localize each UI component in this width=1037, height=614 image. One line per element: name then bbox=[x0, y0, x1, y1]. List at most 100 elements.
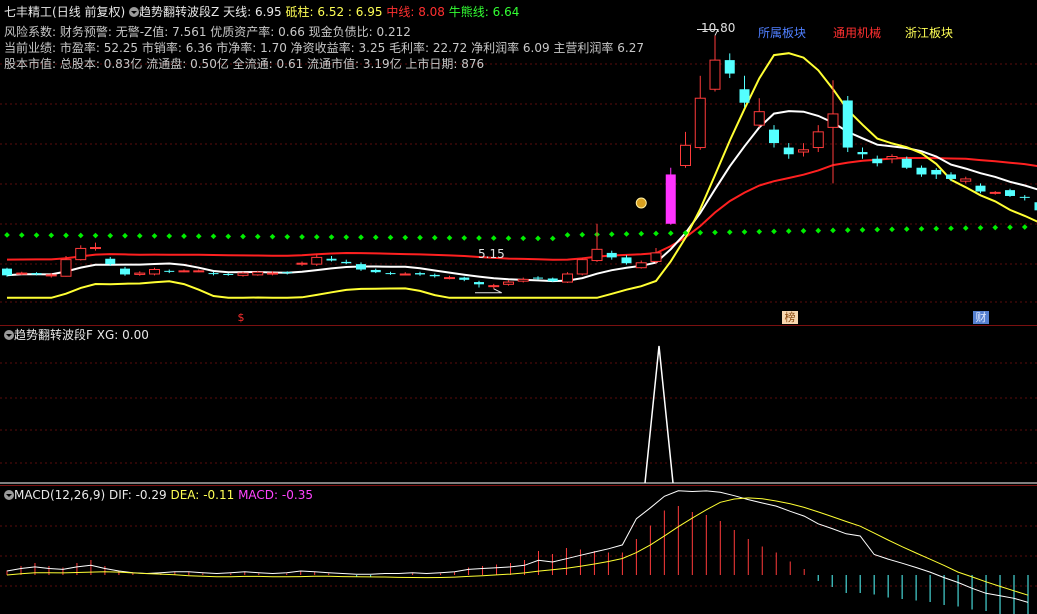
bull-bear-dot bbox=[505, 235, 512, 242]
candle-body bbox=[75, 247, 87, 261]
candle-body bbox=[621, 257, 632, 264]
bull-bear-dot bbox=[92, 232, 99, 239]
bull-bear-dot bbox=[977, 224, 984, 231]
candle-body bbox=[606, 252, 617, 258]
candle-body bbox=[827, 113, 839, 128]
bull-bear-dot bbox=[697, 229, 704, 236]
bull-bear-dot bbox=[151, 233, 158, 239]
candle-body bbox=[90, 247, 101, 250]
candle-body bbox=[724, 60, 735, 74]
candle-body bbox=[886, 156, 898, 160]
candle-body bbox=[753, 111, 765, 126]
bull-bear-dot bbox=[299, 234, 305, 240]
macd-label: MACD: bbox=[238, 488, 279, 502]
candle-body bbox=[252, 271, 264, 276]
macd-value: -0.35 bbox=[281, 488, 313, 502]
signal-chart[interactable] bbox=[0, 326, 1037, 486]
tianxian-label: 天线: bbox=[223, 5, 252, 19]
event-dollar-marker[interactable]: $ bbox=[233, 311, 249, 324]
zhongxian-label: 中线: bbox=[386, 5, 415, 19]
bull-bear-dot bbox=[284, 233, 291, 240]
candle-body bbox=[444, 277, 455, 280]
sector-tag-industry[interactable]: 通用机械 bbox=[833, 24, 881, 41]
candle-body bbox=[237, 272, 249, 276]
bull-bear-dot bbox=[77, 232, 84, 239]
candle-body bbox=[576, 259, 588, 275]
bull-bear-dot bbox=[741, 229, 748, 235]
sector-tag-belong[interactable]: 所属板块 bbox=[758, 24, 806, 41]
bull-bear-dot bbox=[240, 233, 246, 240]
bull-bear-dot bbox=[785, 228, 792, 234]
bull-bear-dot bbox=[667, 230, 674, 237]
bull-bear-dot bbox=[653, 230, 659, 237]
candle-body bbox=[370, 269, 381, 273]
indicator-settings-icon[interactable] bbox=[4, 490, 14, 500]
bull-bear-dot bbox=[417, 234, 423, 241]
dif-label: DIF: bbox=[108, 488, 132, 502]
bull-bear-dot bbox=[48, 232, 55, 239]
bull-bear-dot bbox=[33, 232, 40, 239]
candle-body bbox=[709, 59, 721, 90]
period-label[interactable]: (日线 前复权) bbox=[52, 5, 125, 19]
bull-bear-dot bbox=[476, 235, 482, 241]
bull-bear-dot bbox=[313, 234, 320, 240]
candle-body bbox=[105, 258, 116, 265]
bull-bear-dot bbox=[358, 234, 364, 241]
bull-bear-dot bbox=[136, 233, 143, 239]
candle-body bbox=[1019, 196, 1030, 198]
yellow-line-series bbox=[7, 52, 1037, 299]
signal-indicator-name: 趋势翻转波段F bbox=[14, 328, 93, 342]
macd-chart[interactable] bbox=[0, 486, 1037, 614]
bull-bear-dot bbox=[933, 225, 940, 232]
bull-bear-dot bbox=[549, 235, 556, 242]
candle-body bbox=[1005, 190, 1015, 196]
sector-tag-region[interactable]: 浙江板块 bbox=[905, 24, 953, 41]
bull-bear-dot bbox=[210, 233, 217, 240]
stock-name[interactable]: 七丰精工 bbox=[4, 5, 52, 19]
bull-bear-dot bbox=[372, 234, 379, 241]
xg-signal-spike bbox=[644, 345, 674, 484]
bull-bear-dot bbox=[461, 235, 468, 241]
bull-bear-dot bbox=[756, 228, 763, 235]
bull-bear-dot bbox=[1007, 224, 1013, 231]
candle-body bbox=[650, 252, 662, 262]
candle-body bbox=[31, 273, 42, 275]
indicator-settings-icon[interactable] bbox=[4, 330, 14, 340]
bull-bear-dot bbox=[328, 234, 335, 240]
bull-bear-dot bbox=[254, 233, 261, 240]
candle-body bbox=[798, 149, 809, 153]
candle-body bbox=[872, 158, 883, 164]
macd-indicator-name: MACD(12,26,9) bbox=[14, 488, 106, 502]
candle-body bbox=[901, 158, 912, 168]
bull-bear-dot bbox=[638, 230, 645, 237]
mid-line-series bbox=[6, 157, 1037, 261]
bull-bear-dot bbox=[903, 226, 910, 232]
candle-body bbox=[385, 273, 396, 275]
xg-label: XG: bbox=[96, 328, 119, 342]
candle-body bbox=[739, 89, 750, 103]
bull-bear-dot bbox=[225, 233, 232, 240]
candle-body bbox=[326, 258, 337, 261]
bull-bear-dot bbox=[1021, 224, 1028, 230]
candle-body bbox=[429, 274, 440, 277]
event-bang-marker[interactable]: 榜 bbox=[782, 311, 798, 324]
candle-body bbox=[149, 269, 160, 275]
dea-value: -0.11 bbox=[203, 488, 235, 502]
candle-body bbox=[694, 97, 706, 149]
indicator-name: 趋势翻转波段Z bbox=[139, 5, 220, 19]
bull-bear-dot bbox=[579, 231, 586, 238]
coin-icon bbox=[635, 197, 647, 209]
bull-bear-dot bbox=[815, 227, 822, 234]
macd-panel-header: MACD(12,26,9) DIF: -0.29 DEA: -0.11 MACD… bbox=[4, 488, 313, 502]
niuxiong-label: 牛熊线: bbox=[448, 5, 489, 19]
candle-body bbox=[562, 273, 573, 283]
indicator-settings-icon[interactable] bbox=[129, 7, 140, 17]
bull-bear-dot bbox=[343, 234, 350, 240]
bull-bear-dot bbox=[4, 232, 10, 238]
candle-body bbox=[45, 274, 57, 277]
candle-body bbox=[769, 129, 779, 144]
tianxian-value: 6.95 bbox=[254, 5, 282, 19]
event-cai-marker[interactable]: 财 bbox=[973, 311, 989, 324]
dea-line bbox=[6, 497, 1029, 596]
bull-bear-dot bbox=[859, 227, 866, 233]
